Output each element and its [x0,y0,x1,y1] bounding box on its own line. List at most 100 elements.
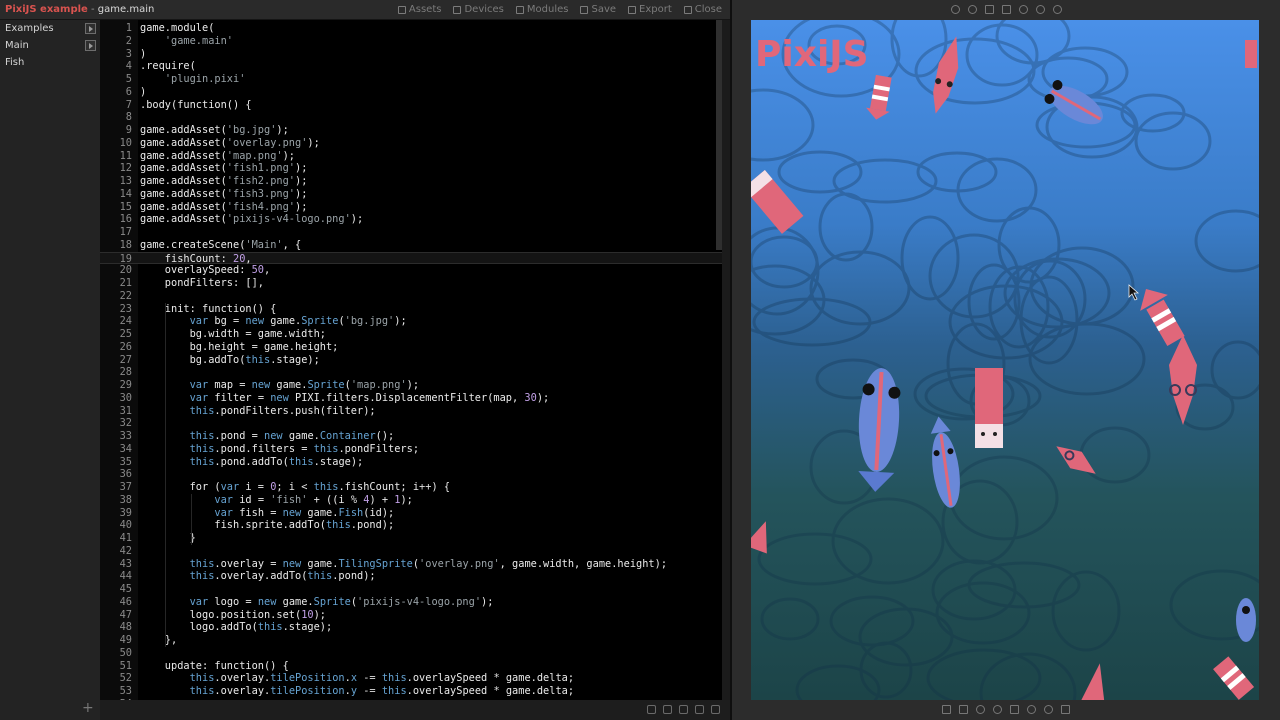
portrait-icon[interactable] [942,705,951,714]
layout-icon[interactable] [647,705,656,714]
find-icon[interactable] [679,705,688,714]
code-line[interactable]: 21 pondFilters: [], [100,277,722,290]
code-line[interactable]: 40 fish.sprite.addTo(this.pond); [100,519,722,532]
zoom-icon[interactable] [993,705,1002,714]
code-line[interactable]: 26 bg.height = game.height; [100,341,722,354]
code-text: update: function() { [140,659,289,672]
code-line[interactable]: 15 game.addAsset('fish4.png'); [100,201,722,214]
save-button[interactable]: Save [580,4,616,15]
expand-arrow-icon[interactable] [85,40,96,51]
code-line[interactable]: 41 } [100,532,722,545]
add-module-icon[interactable]: + [82,701,94,715]
reload-icon[interactable] [1035,5,1045,14]
export-button[interactable]: Export [628,4,672,15]
sidebar-item-label: Examples [5,23,54,34]
code-line[interactable]: 25 bg.width = game.width; [100,328,722,341]
code-lines[interactable]: 1 game.module(2 'game.main' 3) 4 .require(5 … [100,22,722,700]
sidebar-item-main[interactable]: Main [0,37,100,54]
code-line[interactable]: 45 [100,583,722,596]
code-line[interactable]: 51 update: function() { [100,660,722,673]
fullscreen-icon[interactable] [1001,5,1011,14]
debug-icon[interactable] [1010,705,1019,714]
code-line[interactable]: 30 var filter = new PIXI.filters.Displac… [100,392,722,405]
qr-icon[interactable] [1061,705,1070,714]
code-line[interactable]: 6) [100,86,722,99]
code-line[interactable]: 14 game.addAsset('fish3.png'); [100,188,722,201]
code-line[interactable]: 28 [100,366,722,379]
sidebar-item-fish[interactable]: Fish [0,54,100,71]
code-line[interactable]: 4 .require( [100,60,722,73]
preview-settings-icon[interactable] [1052,5,1062,14]
code-line[interactable]: 38 var id = 'fish' + ((i % 4) + 1); [100,494,722,507]
code-line[interactable]: 29 var map = new game.Sprite('map.png'); [100,379,722,392]
network-icon[interactable] [1044,705,1053,714]
refresh-icon[interactable] [695,705,704,714]
code-line[interactable]: 49 }, [100,634,722,647]
code-line[interactable]: 36 [100,468,722,481]
code-line[interactable]: 48 logo.addTo(this.stage); [100,621,722,634]
code-line[interactable]: 13 game.addAsset('fish2.png'); [100,175,722,188]
code-line[interactable]: 16 game.addAsset('pixijs-v4-logo.png'); [100,213,722,226]
code-line[interactable]: 46 var logo = new game.Sprite('pixijs-v4… [100,596,722,609]
toolbar-label: Export [639,4,672,15]
code-line[interactable]: 47 logo.position.set(10); [100,609,722,622]
code-line[interactable]: 9 game.addAsset('bg.jpg'); [100,124,722,137]
code-line[interactable]: 31 this.pondFilters.push(filter); [100,405,722,418]
expand-arrow-icon[interactable] [85,23,96,34]
code-line[interactable]: 43 this.overlay = new game.TilingSprite(… [100,558,722,571]
code-line[interactable]: 24 var bg = new game.Sprite('bg.jpg'); [100,315,722,328]
line-number: 34 [119,442,132,455]
code-line[interactable]: 12 game.addAsset('fish1.png'); [100,162,722,175]
code-line[interactable]: 3) [100,48,722,61]
console-icon[interactable] [1027,705,1036,714]
code-text: .require( [140,60,196,73]
code-line[interactable]: 50 [100,647,722,660]
code-line[interactable]: 7 .body(function() { [100,99,722,112]
line-number: 6 [125,85,132,98]
code-line[interactable]: 23 init: function() { [100,303,722,316]
code-text: bg.addTo(this.stage); [140,353,320,366]
code-text: var fish = new game.Fish(id); [214,506,395,519]
code-editor[interactable]: 1 game.module(2 'game.main' 3) 4 .require(5 … [100,20,722,700]
code-line[interactable]: 19 fishCount: 20, [100,251,722,265]
preview-target-icon[interactable] [950,5,960,14]
devices-button[interactable]: Devices [453,4,504,15]
code-line[interactable]: 2 'game.main' [100,35,722,48]
code-line[interactable]: 8 [100,111,722,124]
code-line[interactable]: 10 game.addAsset('overlay.png'); [100,137,722,150]
code-line[interactable]: 27 bg.addTo(this.stage); [100,354,722,367]
code-line[interactable]: 1 game.module( [100,22,722,35]
code-line[interactable]: 5 'plugin.pixi' [100,73,722,86]
code-line[interactable]: 17 [100,226,722,239]
screenshot-icon[interactable] [976,705,985,714]
landscape-icon[interactable] [959,705,968,714]
game-canvas[interactable]: PixiJS [751,20,1259,700]
close-button[interactable]: Close [683,4,722,15]
settings-icon[interactable] [711,705,720,714]
code-line[interactable]: 11 game.addAsset('map.png'); [100,150,722,163]
code-text: this.pond = new game.Container(); [189,430,395,442]
code-line[interactable]: 35 this.pond.addTo(this.stage); [100,456,722,469]
code-line[interactable]: 42 [100,545,722,558]
line-number: 37 [119,481,132,493]
code-line[interactable]: 33 this.pond = new game.Container(); [100,430,722,443]
code-line[interactable]: 18 game.createScene('Main', { [100,239,722,252]
code-line[interactable]: 39 var fish = new game.Fish(id); [100,507,722,520]
code-line[interactable]: 20 overlaySpeed: 50, [100,264,722,277]
code-line[interactable]: 34 this.pond.filters = this.pondFilters; [100,443,722,456]
code-line[interactable]: 32 [100,417,722,430]
code-line[interactable]: 44 this.overlay.addTo(this.pond); [100,570,722,583]
code-line[interactable]: 52 this.overlay.tilePosition.x -= this.o… [100,672,722,685]
code-line[interactable]: 37 for (var i = 0; i < this.fishCount; i… [100,481,722,494]
device-icon[interactable] [984,5,994,14]
code-text: this.pondFilters.push(filter); [189,404,376,417]
modules-button[interactable]: Modules [515,4,568,15]
editor-scrollbar[interactable] [716,20,722,250]
assets-button[interactable]: Assets [397,4,441,15]
pause-icon[interactable] [1018,5,1028,14]
split-icon[interactable] [663,705,672,714]
code-line[interactable]: 53 this.overlay.tilePosition.y -= this.o… [100,685,722,698]
code-line[interactable]: 22 [100,290,722,303]
sidebar-item-examples[interactable]: Examples [0,20,100,37]
sound-icon[interactable] [967,5,977,14]
